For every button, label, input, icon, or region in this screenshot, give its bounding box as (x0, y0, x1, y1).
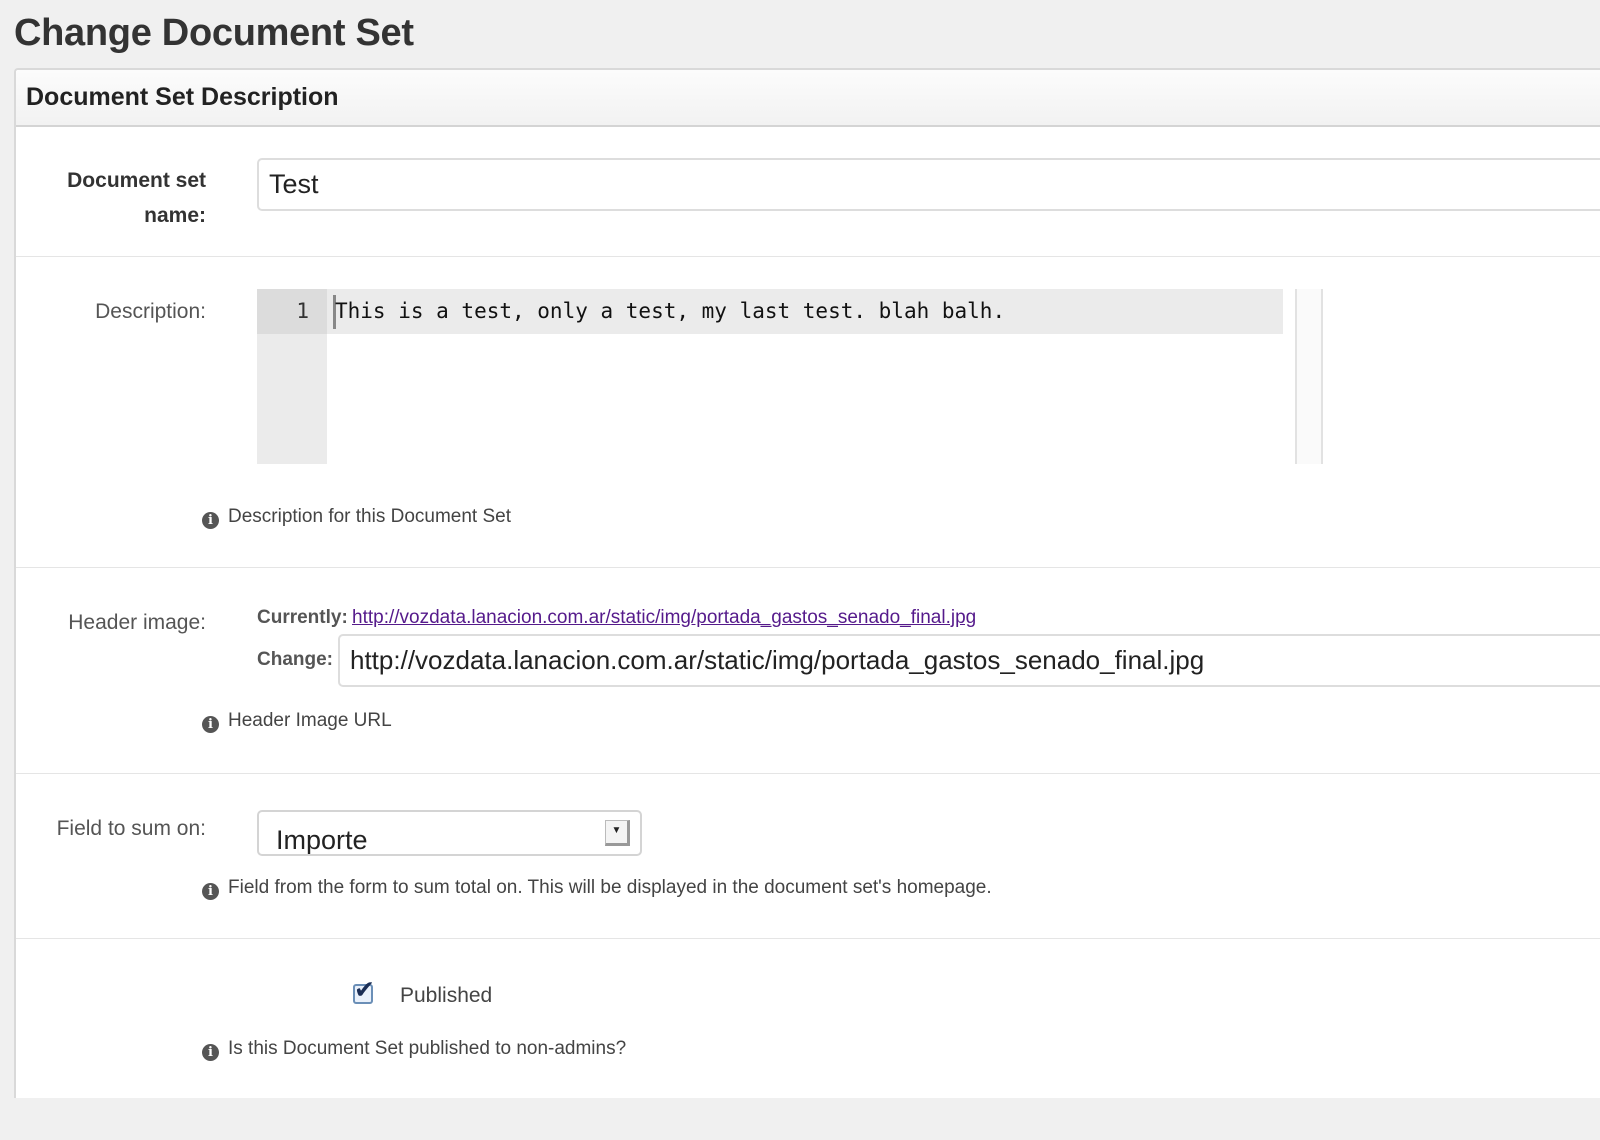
sum-field-help: i Field from the form to sum total on. Th… (202, 875, 992, 901)
editor-code-line[interactable]: This is a test, only a test, my last tes… (335, 289, 1005, 334)
info-icon: i (202, 883, 219, 900)
published-row: ✔ Published i Is this Document Set publis… (16, 940, 1600, 1140)
sum-field-help-text: Field from the form to sum total on. Thi… (228, 877, 992, 898)
sum-field-row: Field to sum on: Importe ▼ i Field from t… (16, 775, 1600, 939)
published-help: i Is this Document Set published to non-a… (202, 1036, 626, 1062)
published-label[interactable]: Published (400, 982, 492, 1010)
name-label-line1: Document set (67, 169, 206, 192)
page-title: Change Document Set (14, 12, 414, 54)
editor-scrollbar[interactable] (1295, 289, 1323, 464)
header-image-url-input[interactable]: http://vozdata.lanacion.com.ar/static/im… (338, 634, 1600, 687)
document-set-name-input[interactable]: Test (257, 158, 1600, 211)
header-image-help: i Header Image URL (202, 708, 392, 734)
description-help-text: Description for this Document Set (228, 506, 512, 527)
header-image-help-text: Header Image URL (228, 710, 392, 731)
change-label: Change: (257, 649, 333, 670)
chevron-down-icon[interactable]: ▼ (605, 820, 630, 846)
document-set-description-fieldset: Document Set Description Document set na… (14, 68, 1600, 1098)
checkmark-icon: ✔ (354, 975, 375, 1004)
fieldset-title: Document Set Description (16, 70, 1600, 127)
header-image-label: Header image: (68, 611, 206, 634)
sum-field-selected-value: Importe (276, 825, 368, 855)
header-image-row: Header image: Currently: http://vozdata.… (16, 569, 1600, 774)
current-header-image-link[interactable]: http://vozdata.lanacion.com.ar/static/im… (352, 605, 976, 631)
description-editor[interactable]: 1 This is a test, only a test, my last t… (257, 289, 1323, 464)
description-row: Description: 1 This is a test, only a te… (16, 258, 1600, 568)
name-label: Document set name: (67, 163, 206, 233)
name-label-line2: name: (144, 204, 206, 227)
sum-field-select[interactable]: Importe ▼ (257, 810, 642, 856)
currently-label: Currently: (257, 607, 348, 628)
name-row: Document set name: Test (16, 129, 1600, 257)
description-label: Description: (95, 300, 206, 323)
sum-field-label: Field to sum on: (56, 817, 206, 840)
editor-line-number: 1 (296, 299, 309, 323)
published-help-text: Is this Document Set published to non-ad… (228, 1038, 627, 1059)
description-help: i Description for this Document Set (202, 504, 511, 530)
info-icon: i (202, 1044, 219, 1061)
published-checkbox[interactable]: ✔ (353, 976, 375, 1004)
info-icon: i (202, 716, 219, 733)
info-icon: i (202, 512, 219, 529)
